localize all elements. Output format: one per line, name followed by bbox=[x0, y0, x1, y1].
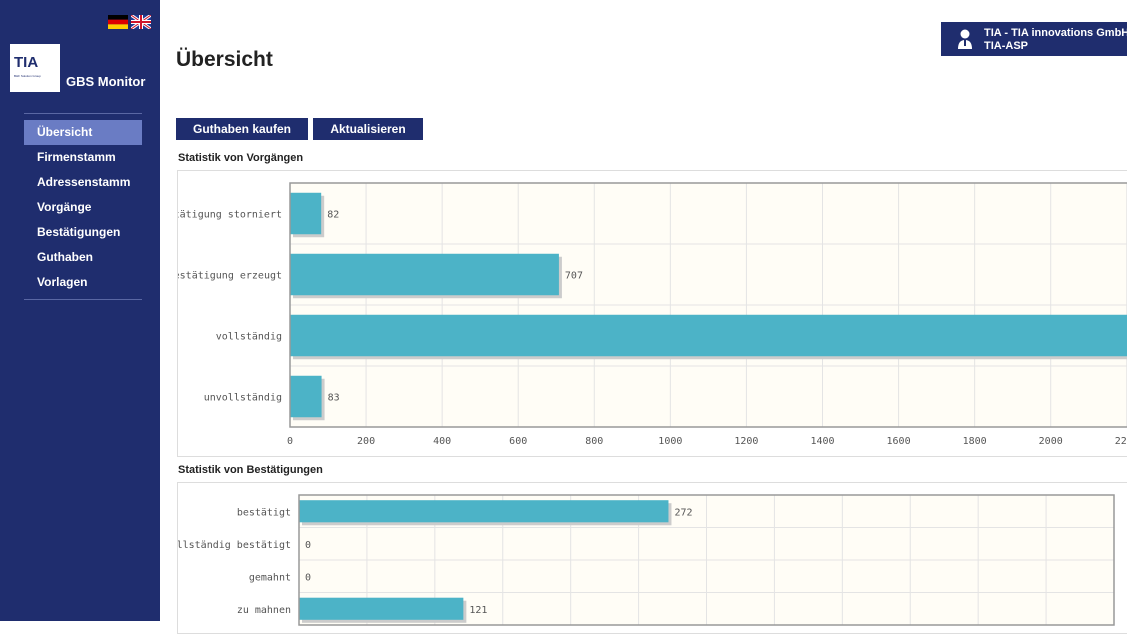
data-label: 272 bbox=[674, 507, 692, 518]
user-account: TIA-ASP bbox=[984, 40, 1028, 52]
category-label: vollständig bbox=[216, 332, 282, 343]
sidebar-divider bbox=[24, 113, 142, 114]
bar bbox=[290, 253, 559, 296]
bar bbox=[290, 192, 322, 235]
sidebar-item-adressenstamm[interactable]: Adressenstamm bbox=[24, 170, 142, 195]
x-tick-label: 1400 bbox=[810, 436, 834, 447]
flag-uk-icon[interactable] bbox=[131, 15, 151, 29]
category-label: Bestätigung storniert bbox=[178, 210, 282, 221]
bar bbox=[299, 597, 464, 620]
user-account-box[interactable]: TIA - TIA innovations GmbH TIA-ASP bbox=[941, 22, 1127, 56]
sidebar-item-uebersicht[interactable]: Übersicht bbox=[24, 120, 142, 145]
x-tick-label: 1600 bbox=[887, 436, 911, 447]
x-tick-label: 2200 bbox=[1115, 436, 1127, 447]
logo-text: TIA bbox=[14, 54, 39, 71]
x-tick-label: 2000 bbox=[1039, 436, 1063, 447]
data-label: 0 bbox=[305, 572, 311, 583]
chart2-title: Statistik von Bestätigungen bbox=[178, 464, 323, 476]
x-tick-label: 200 bbox=[357, 436, 375, 447]
sidebar-item-vorlagen[interactable]: Vorlagen bbox=[24, 270, 142, 295]
category-label: unvollständig bbox=[204, 393, 282, 404]
sidebar-item-guthaben[interactable]: Guthaben bbox=[24, 245, 142, 270]
category-label: unvollständig bestätigt bbox=[178, 540, 291, 551]
sidebar-item-bestaetigungen[interactable]: Bestätigungen bbox=[24, 220, 142, 245]
category-label: zu mahnen bbox=[237, 605, 291, 616]
category-label: bestätigt bbox=[237, 507, 291, 518]
chart-bestaetigungen: bestätigt 272 unvollständig bestätigt 0 gema… bbox=[177, 482, 1127, 634]
company-logo: TIA BHF Solution Group bbox=[10, 44, 60, 92]
x-tick-label: 400 bbox=[433, 436, 451, 447]
logo-subtitle: BHF Solution Group bbox=[14, 74, 41, 78]
x-tick-label: 1800 bbox=[963, 436, 987, 447]
buy-credit-button[interactable]: Guthaben kaufen bbox=[176, 118, 308, 140]
category-label: gemahnt bbox=[249, 572, 291, 583]
x-tick-label: 1200 bbox=[734, 436, 758, 447]
chart-vorgaenge-svg: Bestätigung storniert 82 Bestätigung erzeu… bbox=[178, 182, 1127, 447]
sidebar-item-vorgaenge[interactable]: Vorgänge bbox=[24, 195, 142, 220]
chart-bestaetigungen-svg: bestätigt 272 unvollständig bestätigt 0 gema… bbox=[178, 494, 1115, 626]
bar bbox=[290, 314, 1127, 357]
x-tick-label: 600 bbox=[509, 436, 527, 447]
data-label: 83 bbox=[328, 393, 340, 404]
refresh-button[interactable]: Aktualisieren bbox=[313, 118, 423, 140]
app-name: GBS Monitor bbox=[66, 74, 146, 89]
x-tick-label: 800 bbox=[585, 436, 603, 447]
x-tick-label: 1000 bbox=[658, 436, 682, 447]
data-label: 707 bbox=[565, 271, 583, 282]
data-label: 82 bbox=[327, 210, 339, 221]
sidebar-divider bbox=[24, 299, 142, 300]
bar bbox=[299, 500, 669, 523]
sidebar-nav: Übersicht Firmenstamm Adressenstamm Vorg… bbox=[24, 120, 142, 295]
chart1-title: Statistik von Vorgängen bbox=[178, 152, 304, 164]
chart-vorgaenge: Bestätigung storniert 82 Bestätigung erzeu… bbox=[177, 170, 1127, 457]
bar bbox=[290, 375, 322, 418]
user-company: TIA - TIA innovations GmbH bbox=[984, 27, 1127, 39]
data-label: 121 bbox=[469, 605, 487, 616]
page-title: Übersicht bbox=[176, 48, 273, 71]
sidebar: TIA BHF Solution Group GBS Monitor Übers… bbox=[0, 0, 160, 621]
data-label: 0 bbox=[305, 540, 311, 551]
category-label: Bestätigung erzeugt bbox=[178, 271, 282, 282]
sidebar-item-firmenstamm[interactable]: Firmenstamm bbox=[24, 145, 142, 170]
x-tick-label: 0 bbox=[287, 436, 293, 447]
flag-germany-icon[interactable] bbox=[108, 15, 128, 29]
user-icon bbox=[958, 29, 972, 49]
language-switcher bbox=[108, 15, 151, 29]
